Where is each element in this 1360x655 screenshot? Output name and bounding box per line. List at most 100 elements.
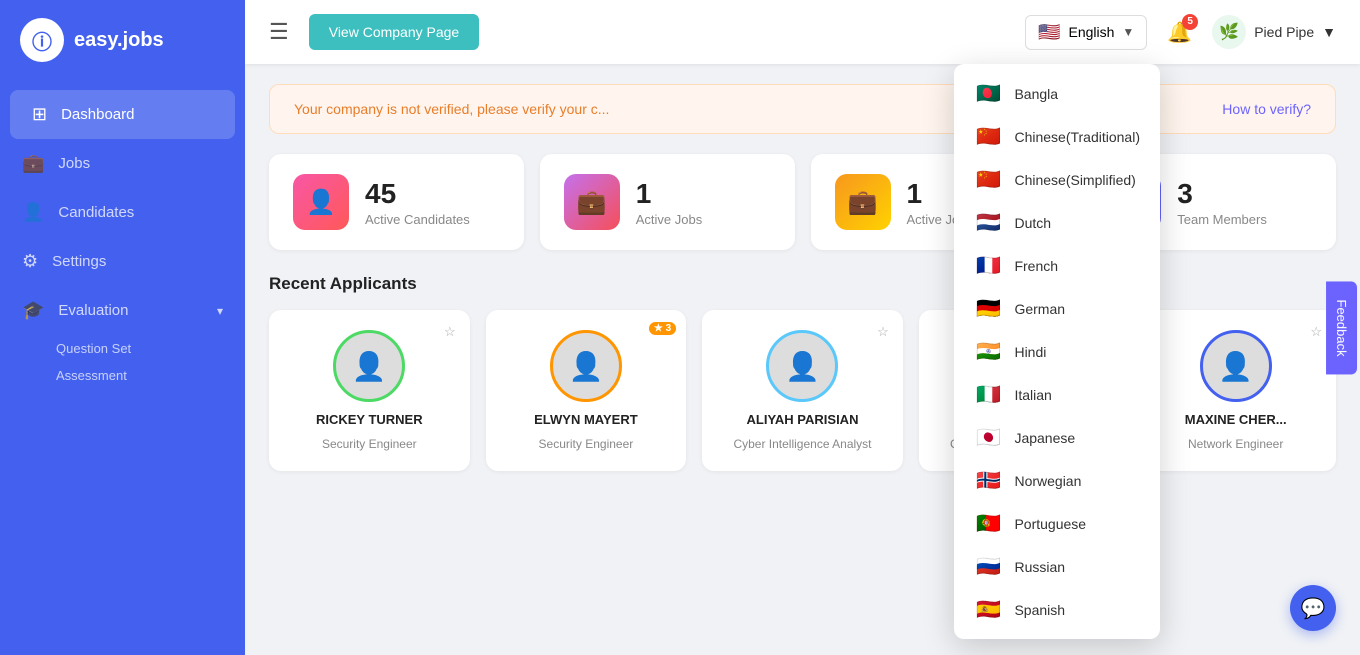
applicant-role-elwyn: Security Engineer xyxy=(539,437,634,451)
applicants-row: ☆ 👤 RICKEY TURNER Security Engineer ★ 3 … xyxy=(269,310,1336,471)
stat-number-active-jobs: 1 xyxy=(636,178,702,210)
lang-label-japanese: Japanese xyxy=(1014,430,1075,446)
applicant-role-rickey: Security Engineer xyxy=(322,437,417,451)
star-count-elwyn: ★ 3 xyxy=(649,322,676,335)
stat-icon-active-jobs: 💼 xyxy=(564,174,620,230)
lang-flag-french: 🇫🇷 xyxy=(974,253,1002,278)
lang-option-chinese_simplified[interactable]: 🇨🇳 Chinese(Simplified) xyxy=(954,158,1160,201)
lang-option-spanish[interactable]: 🇪🇸 Spanish xyxy=(954,588,1160,631)
sidebar: ⓘ easy.jobs ⊞ Dashboard 💼 Jobs 👤 Candida… xyxy=(0,0,245,655)
sidebar-item-candidates[interactable]: 👤 Candidates xyxy=(0,188,245,237)
company-page-button[interactable]: View Company Page xyxy=(309,14,479,50)
verify-text: Your company is not verified, please ver… xyxy=(294,101,609,117)
stat-card-active-candidates: 👤 45 Active Candidates xyxy=(269,154,524,250)
hamburger-icon[interactable]: ☰ xyxy=(269,19,289,45)
lang-option-chinese_traditional[interactable]: 🇨🇳 Chinese(Traditional) xyxy=(954,115,1160,158)
language-flag: 🇺🇸 xyxy=(1038,22,1060,43)
lang-flag-japanese: 🇯🇵 xyxy=(974,425,1002,450)
applicant-name-rickey: RICKEY TURNER xyxy=(316,412,423,427)
lang-option-french[interactable]: 🇫🇷 French xyxy=(954,244,1160,287)
star-icon-maxine[interactable]: ☆ xyxy=(1310,324,1322,340)
recent-applicants-section: Recent Applicants ☆ 👤 RICKEY TURNER Secu… xyxy=(269,274,1336,471)
lang-flag-bangla: 🇧🇩 xyxy=(974,81,1002,106)
lang-label-italian: Italian xyxy=(1014,387,1051,403)
sidebar-item-evaluation[interactable]: 🎓 Evaluation ▾ xyxy=(0,286,245,335)
lang-label-bangla: Bangla xyxy=(1014,86,1058,102)
lang-option-italian[interactable]: 🇮🇹 Italian xyxy=(954,373,1160,416)
lang-flag-chinese_simplified: 🇨🇳 xyxy=(974,167,1002,192)
logo-area: ⓘ easy.jobs xyxy=(0,0,245,80)
stat-label-team-members: Team Members xyxy=(1177,212,1267,227)
logo-text: easy.jobs xyxy=(74,29,164,52)
lang-option-norwegian[interactable]: 🇳🇴 Norwegian xyxy=(954,459,1160,502)
lang-option-hindi[interactable]: 🇮🇳 Hindi xyxy=(954,330,1160,373)
lang-label-dutch: Dutch xyxy=(1014,215,1051,231)
lang-label-portuguese: Portuguese xyxy=(1014,516,1086,532)
stat-icon-stat3: 💼 xyxy=(835,174,891,230)
avatar-elwyn: 👤 xyxy=(550,330,622,402)
applicant-name-elwyn: Elwyn Mayert xyxy=(534,412,638,427)
lang-option-russian[interactable]: 🇷🇺 Russian xyxy=(954,545,1160,588)
lang-flag-norwegian: 🇳🇴 xyxy=(974,468,1002,493)
sidebar-item-label: Jobs xyxy=(58,155,90,172)
avatar-maxine: 👤 xyxy=(1200,330,1272,402)
lang-label-hindi: Hindi xyxy=(1014,344,1046,360)
sidebar-item-label: Dashboard xyxy=(61,106,134,123)
lang-label-russian: Russian xyxy=(1014,559,1065,575)
language-dropdown: 🇧🇩 Bangla🇨🇳 Chinese(Traditional)🇨🇳 Chine… xyxy=(954,64,1160,639)
dashboard-icon: ⊞ xyxy=(32,104,47,125)
feedback-tab[interactable]: Feedback xyxy=(1326,281,1357,374)
stat-icon-active-candidates: 👤 xyxy=(293,174,349,230)
stat-number-team-members: 3 xyxy=(1177,178,1267,210)
applicant-card-maxine[interactable]: ☆ 👤 Maxine Cher... Network Engineer xyxy=(1135,310,1336,471)
language-dropdown-arrow: ▼ xyxy=(1122,25,1134,39)
header: ☰ View Company Page 🇺🇸 English ▼ 🔔 5 🌿 P… xyxy=(245,0,1360,64)
lang-option-bangla[interactable]: 🇧🇩 Bangla xyxy=(954,72,1160,115)
sidebar-sub-assessment[interactable]: Assessment xyxy=(0,362,245,389)
applicant-role-aliyah: Cyber Intelligence Analyst xyxy=(733,437,871,451)
applicant-name-maxine: Maxine Cher... xyxy=(1185,412,1287,427)
lang-label-spanish: Spanish xyxy=(1014,602,1065,618)
company-selector[interactable]: 🌿 Pied Pipe ▼ xyxy=(1212,15,1336,49)
sidebar-sub-question-set[interactable]: Question Set xyxy=(0,335,245,362)
star-icon-rickey[interactable]: ☆ xyxy=(444,324,456,340)
lang-option-japanese[interactable]: 🇯🇵 Japanese xyxy=(954,416,1160,459)
stat-info-active-jobs: 1 Active Jobs xyxy=(636,178,702,227)
lang-flag-italian: 🇮🇹 xyxy=(974,382,1002,407)
star-icon-aliyah[interactable]: ☆ xyxy=(877,324,889,340)
jobs-icon: 💼 xyxy=(22,153,44,174)
lang-flag-spanish: 🇪🇸 xyxy=(974,597,1002,622)
lang-flag-dutch: 🇳🇱 xyxy=(974,210,1002,235)
language-selector[interactable]: 🇺🇸 English ▼ xyxy=(1025,15,1147,50)
company-name: Pied Pipe xyxy=(1254,24,1314,40)
sidebar-item-label: Settings xyxy=(52,253,106,270)
stat-card-active-jobs: 💼 1 Active Jobs xyxy=(540,154,795,250)
applicant-card-aliyah[interactable]: ☆ 👤 Aliyah Parisian Cyber Intelligence A… xyxy=(702,310,903,471)
sidebar-nav: ⊞ Dashboard 💼 Jobs 👤 Candidates ⚙ Settin… xyxy=(0,90,245,655)
chat-button[interactable]: 💬 xyxy=(1290,585,1336,631)
lang-flag-german: 🇩🇪 xyxy=(974,296,1002,321)
avatar-rickey: 👤 xyxy=(333,330,405,402)
applicant-card-elwyn[interactable]: ★ 3 👤 Elwyn Mayert Security Engineer xyxy=(486,310,687,471)
candidates-icon: 👤 xyxy=(22,202,44,223)
lang-option-german[interactable]: 🇩🇪 German xyxy=(954,287,1160,330)
lang-option-dutch[interactable]: 🇳🇱 Dutch xyxy=(954,201,1160,244)
sidebar-item-label: Evaluation xyxy=(58,302,128,319)
sidebar-item-jobs[interactable]: 💼 Jobs xyxy=(0,139,245,188)
lang-label-french: French xyxy=(1014,258,1058,274)
settings-icon: ⚙ xyxy=(22,251,38,272)
sidebar-item-dashboard[interactable]: ⊞ Dashboard xyxy=(10,90,235,139)
evaluation-icon: 🎓 xyxy=(22,300,44,321)
lang-option-portuguese[interactable]: 🇵🇹 Portuguese xyxy=(954,502,1160,545)
stat-info-active-candidates: 45 Active Candidates xyxy=(365,178,470,227)
stat-label-active-candidates: Active Candidates xyxy=(365,212,470,227)
lang-label-chinese_simplified: Chinese(Simplified) xyxy=(1014,172,1135,188)
lang-label-german: German xyxy=(1014,301,1065,317)
stats-row: 👤 45 Active Candidates 💼 1 Active Jobs 💼… xyxy=(269,154,1336,250)
sidebar-item-settings[interactable]: ⚙ Settings xyxy=(0,237,245,286)
notification-button[interactable]: 🔔 5 xyxy=(1159,12,1200,53)
how-to-verify-link[interactable]: How to verify? xyxy=(1222,101,1311,117)
sidebar-item-label: Candidates xyxy=(58,204,134,221)
applicant-card-rickey[interactable]: ☆ 👤 RICKEY TURNER Security Engineer xyxy=(269,310,470,471)
lang-flag-portuguese: 🇵🇹 xyxy=(974,511,1002,536)
